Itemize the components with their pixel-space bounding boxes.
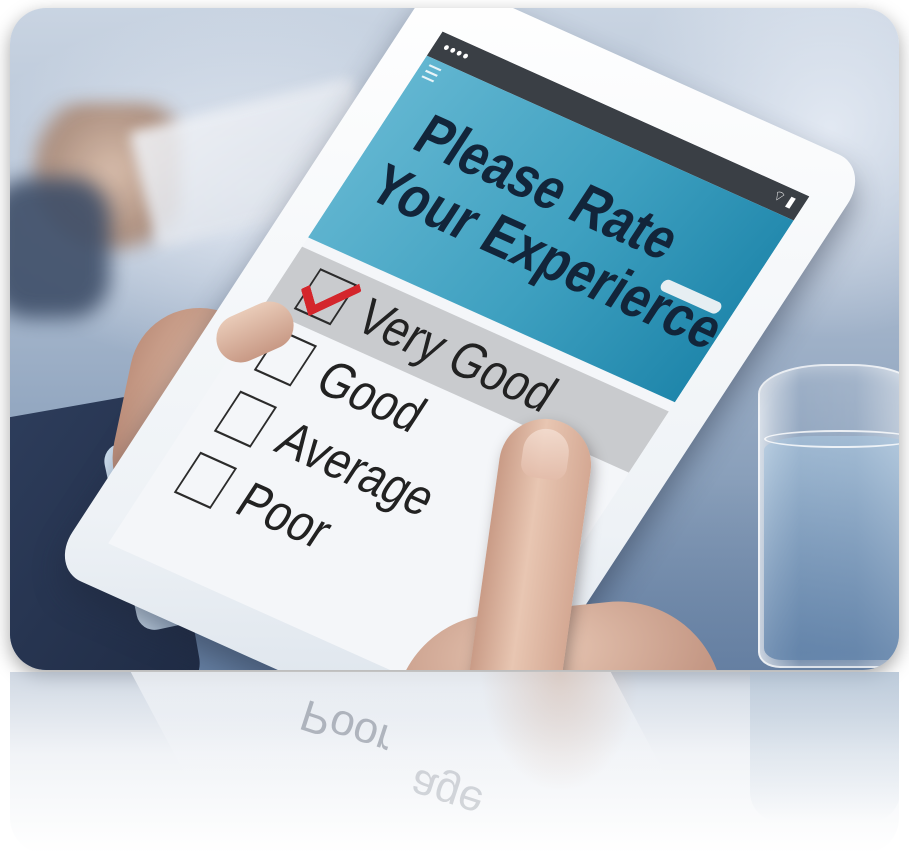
- reflected-glass: [750, 672, 899, 822]
- photo-reflection: Poor age: [10, 672, 899, 854]
- checkmark-icon: [300, 264, 362, 317]
- checkbox-very-good[interactable]: [293, 264, 362, 326]
- reflected-finger: [480, 672, 640, 792]
- hamburger-menu-icon[interactable]: [421, 64, 442, 83]
- wifi-battery-icon: ⌔ ▮: [768, 186, 800, 211]
- background-sleeve: [10, 178, 110, 318]
- water: [764, 436, 899, 660]
- checkbox-average[interactable]: [213, 390, 278, 448]
- photo-stage: ●●●● ⌔ ▮ Please Rate Your Experierce Ver…: [0, 0, 909, 854]
- checkbox-poor[interactable]: [173, 451, 238, 509]
- water-glass: [758, 364, 899, 668]
- photo-frame: ●●●● ⌔ ▮ Please Rate Your Experierce Ver…: [10, 8, 899, 670]
- signal-dots-icon: ●●●●: [439, 40, 473, 64]
- fingernail: [519, 425, 572, 482]
